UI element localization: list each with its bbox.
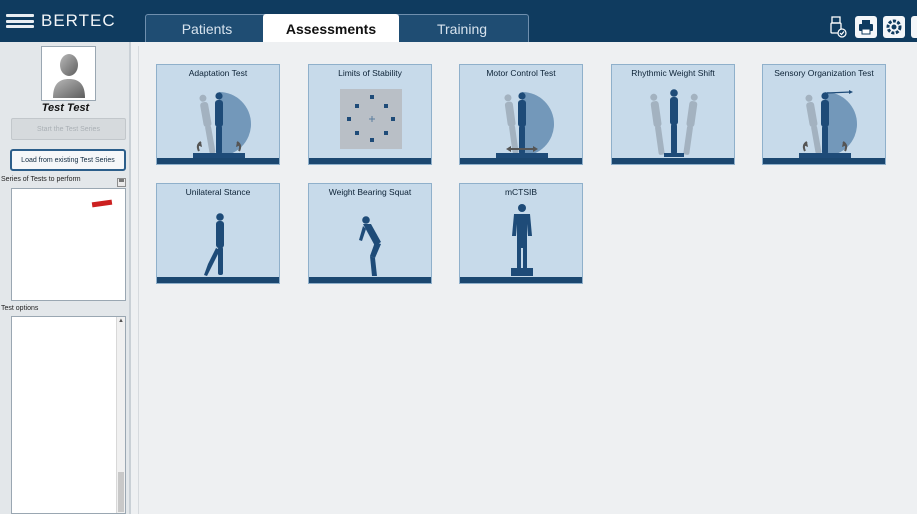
test-options-panel[interactable]: ▲ bbox=[11, 316, 126, 514]
tile-floor bbox=[157, 277, 279, 283]
more-menu-icon[interactable] bbox=[911, 16, 917, 38]
save-series-icon[interactable] bbox=[117, 174, 126, 187]
test-series-list[interactable] bbox=[11, 188, 126, 301]
tab-patients[interactable]: Patients bbox=[145, 14, 269, 42]
patient-name: Test Test bbox=[41, 102, 90, 114]
tile-unilateral-stance[interactable]: Unilateral Stance bbox=[156, 183, 280, 284]
options-scrollbar[interactable]: ▲ bbox=[116, 317, 125, 513]
avatar bbox=[41, 46, 96, 101]
usb-status-icon[interactable] bbox=[827, 16, 849, 38]
tile-adaptation-test[interactable]: Adaptation Test bbox=[156, 64, 280, 165]
tile-floor bbox=[763, 158, 885, 164]
tile-floor bbox=[612, 158, 734, 164]
limits-of-stability-icon bbox=[340, 89, 402, 149]
tab-training[interactable]: Training bbox=[395, 14, 529, 42]
mctsib-icon bbox=[511, 204, 533, 276]
adaptation-test-icon bbox=[193, 92, 251, 158]
logo-bars-icon bbox=[6, 14, 34, 28]
tile-mctsib[interactable]: mCTSIB bbox=[459, 183, 583, 284]
scroll-thumb[interactable] bbox=[118, 472, 124, 512]
options-label: Test options bbox=[1, 305, 39, 312]
patient-sidebar: Test Test Start the Test Series Load fro… bbox=[0, 42, 131, 514]
tile-floor bbox=[309, 277, 431, 283]
header-icon-group bbox=[827, 14, 917, 40]
series-label: Series of Tests to perform bbox=[1, 176, 81, 183]
top-bar: BERTEC Patients Training Assessments bbox=[0, 0, 917, 42]
load-test-series-button[interactable]: Load from existing Test Series bbox=[10, 149, 126, 171]
bertec-logo: BERTEC bbox=[6, 0, 138, 42]
assessments-grid: Adaptation Test Limits of Stability Moto… bbox=[138, 46, 917, 514]
tab-assessments[interactable]: Assessments bbox=[263, 14, 399, 42]
start-test-series-button[interactable]: Start the Test Series bbox=[11, 118, 126, 140]
settings-icon[interactable] bbox=[883, 16, 905, 38]
tile-floor bbox=[460, 158, 582, 164]
tile-rhythmic-weight-shift[interactable]: Rhythmic Weight Shift bbox=[611, 64, 735, 165]
app-window: BERTEC Patients Training Assessments Tes… bbox=[0, 0, 917, 514]
weight-bearing-squat-icon bbox=[359, 216, 381, 276]
tile-floor bbox=[460, 277, 582, 283]
tile-limits-of-stability[interactable]: Limits of Stability bbox=[308, 64, 432, 165]
red-marker bbox=[91, 199, 113, 208]
tile-motor-control-test[interactable]: Motor Control Test bbox=[459, 64, 583, 165]
sensory-organization-test-icon bbox=[799, 90, 857, 158]
unilateral-stance-icon bbox=[204, 213, 224, 276]
tile-weight-bearing-squat[interactable]: Weight Bearing Squat bbox=[308, 183, 432, 284]
print-icon[interactable] bbox=[855, 16, 877, 38]
tile-floor bbox=[157, 158, 279, 164]
motor-control-test-icon bbox=[496, 92, 554, 158]
tile-sensory-organization-test[interactable]: Sensory Organization Test bbox=[762, 64, 886, 165]
brand-name: BERTEC bbox=[41, 11, 116, 30]
scroll-up-icon[interactable]: ▲ bbox=[118, 318, 124, 324]
tile-floor bbox=[309, 158, 431, 164]
rhythmic-weight-shift-icon bbox=[650, 89, 698, 157]
